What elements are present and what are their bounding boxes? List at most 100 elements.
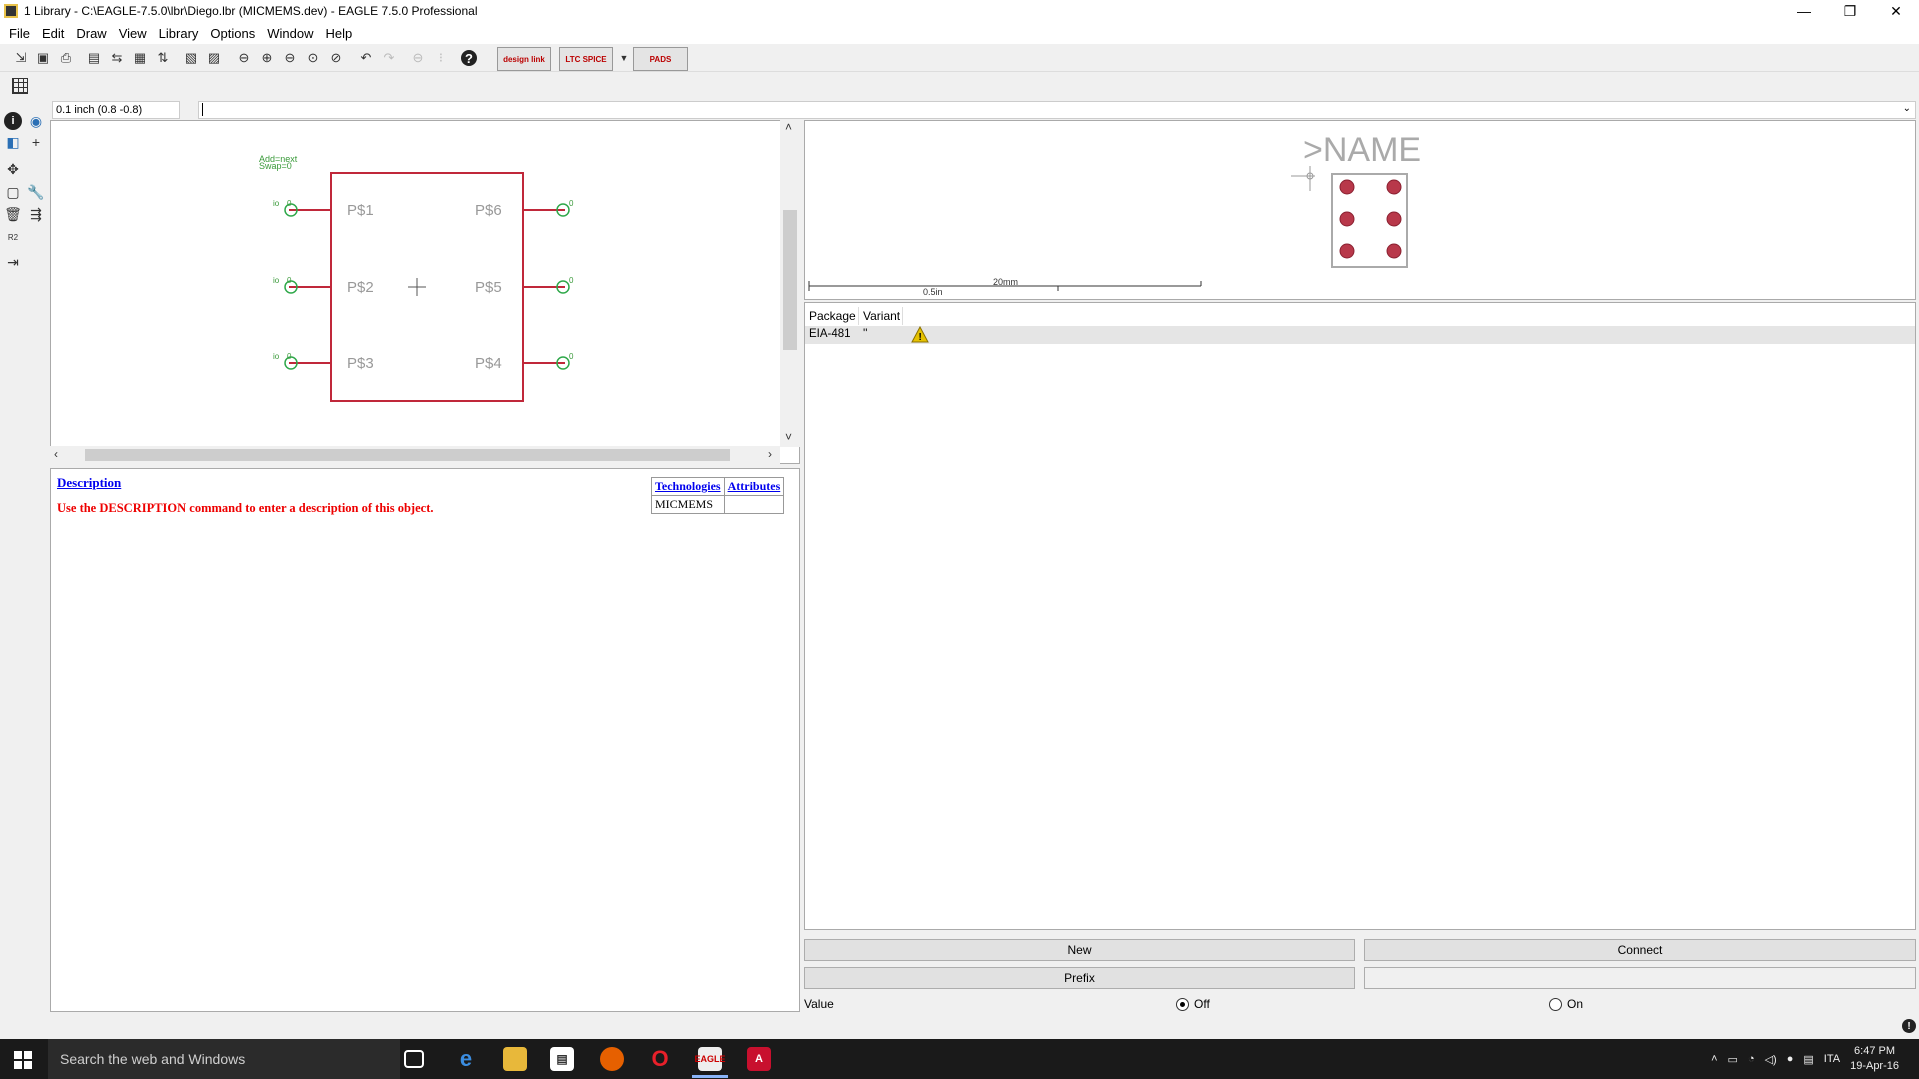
prefix-button[interactable]: Prefix xyxy=(804,967,1355,989)
mark-icon[interactable]: + xyxy=(27,133,45,151)
zoom-out-icon[interactable]: ⊖ xyxy=(282,50,298,66)
symbol-vertical-scrollbar[interactable]: ˄ ˅ xyxy=(780,120,800,447)
open-icon[interactable]: ⇲ xyxy=(13,50,29,66)
move-icon[interactable]: ✥ xyxy=(4,160,22,178)
delete-icon[interactable]: 🗑 xyxy=(4,205,22,223)
eagle-taskbar-icon[interactable]: EAGLE xyxy=(695,1047,726,1071)
scroll-down-icon[interactable]: ˅ xyxy=(785,430,792,444)
redraw-icon[interactable]: ⊘ xyxy=(328,50,344,66)
scroll-up-icon[interactable]: ˄ xyxy=(785,120,792,134)
minimize-button[interactable]: — xyxy=(1781,0,1827,22)
pin-left-3: io 0 P$3 xyxy=(273,352,374,372)
pin-name-p3: P$3 xyxy=(347,355,374,372)
menu-library[interactable]: Library xyxy=(156,26,208,41)
value-off-radio[interactable]: Off xyxy=(1176,997,1210,1011)
ltc-spice-button[interactable]: LTC SPICE xyxy=(559,47,613,71)
package-preview[interactable]: >NAME 20mm 0.5in xyxy=(804,120,1916,300)
chevron-down-icon[interactable]: ⌄ xyxy=(1903,103,1911,114)
edge-icon[interactable]: e xyxy=(454,1046,478,1071)
cam-icon[interactable]: ⇅ xyxy=(155,50,171,66)
menu-file[interactable]: File xyxy=(6,26,39,41)
attribute-cell[interactable] xyxy=(723,495,785,514)
script-icon[interactable]: ⇆ xyxy=(109,50,125,66)
language-indicator[interactable]: ITA xyxy=(1824,1053,1840,1065)
status-info-icon[interactable]: ! xyxy=(1902,1019,1916,1033)
svg-text:0: 0 xyxy=(287,199,292,208)
wifi-icon[interactable]: ◔ xyxy=(1748,1053,1755,1065)
technologies-header-link[interactable]: Technologies xyxy=(651,477,725,496)
symbol-view-icon[interactable]: ▧ xyxy=(183,50,199,66)
open-library-icon[interactable]: ▤ xyxy=(86,50,102,66)
close-button[interactable]: ✕ xyxy=(1873,0,1919,22)
command-line-input[interactable]: ⌄ xyxy=(198,101,1916,119)
package-row[interactable]: EIA-481 '' ! xyxy=(805,325,1915,344)
zoom-in-icon[interactable]: ⊕ xyxy=(259,50,275,66)
column-package[interactable]: Package xyxy=(805,307,859,325)
acrobat-icon[interactable]: A xyxy=(747,1047,771,1071)
dropdown-arrow-icon[interactable]: ▼ xyxy=(616,50,632,66)
menu-view[interactable]: View xyxy=(116,26,156,41)
package-canvas: >NAME 20mm 0.5in xyxy=(808,131,1421,297)
design-link-button[interactable]: design link xyxy=(497,47,551,71)
menu-edit[interactable]: Edit xyxy=(39,26,73,41)
menu-options[interactable]: Options xyxy=(207,26,264,41)
stop-icon[interactable]: ⊖ xyxy=(410,50,426,66)
battery-icon[interactable]: ▭ xyxy=(1728,1053,1738,1066)
scroll-thumb[interactable] xyxy=(85,449,730,461)
firefox-icon[interactable] xyxy=(600,1047,624,1071)
connect-icon[interactable]: ⇥ xyxy=(4,253,22,271)
task-view-icon[interactable] xyxy=(404,1050,424,1068)
attributes-header-link[interactable]: Attributes xyxy=(723,477,785,496)
info-icon[interactable]: i xyxy=(4,112,22,130)
package-list[interactable]: Package Variant EIA-481 '' ! xyxy=(804,302,1916,930)
scale-mm-label: 20mm xyxy=(993,277,1018,287)
taskbar-search-box[interactable]: Search the web and Windows xyxy=(48,1039,400,1079)
pin-left-2: io 0 P$2 xyxy=(273,276,374,296)
opera-icon[interactable]: O xyxy=(648,1046,672,1071)
ulp-icon[interactable]: ▦ xyxy=(132,50,148,66)
save-icon[interactable]: ▣ xyxy=(35,50,51,66)
scroll-left-icon[interactable]: ‹ xyxy=(54,447,58,461)
column-variant[interactable]: Variant xyxy=(859,307,903,325)
package-view-icon[interactable]: ▨ xyxy=(206,50,222,66)
connect-button[interactable]: Connect xyxy=(1364,939,1916,961)
add-icon[interactable]: ⇶ xyxy=(27,205,45,223)
change-icon[interactable]: 🔧 xyxy=(27,183,45,201)
file-explorer-icon[interactable] xyxy=(503,1047,527,1071)
zoom-fit-icon[interactable]: ⊖ xyxy=(236,50,252,66)
value-on-radio[interactable]: On xyxy=(1549,997,1583,1011)
undo-icon[interactable]: ↶ xyxy=(358,50,374,66)
svg-text:0: 0 xyxy=(569,276,574,285)
redo-icon[interactable]: ↷ xyxy=(381,50,397,66)
start-button[interactable] xyxy=(14,1051,32,1069)
layer-icon[interactable]: ◧ xyxy=(4,133,22,151)
scroll-right-icon[interactable]: › xyxy=(768,447,772,461)
menu-help[interactable]: Help xyxy=(322,26,361,41)
system-tray: ˄ ▭ ◔ ◁) ● ▤ ITA 6:47 PM 19-Apr-16 xyxy=(1711,1039,1899,1079)
menu-window[interactable]: Window xyxy=(264,26,322,41)
store-icon[interactable]: ▤ xyxy=(550,1047,574,1071)
new-button[interactable]: New xyxy=(804,939,1355,961)
volume-icon[interactable]: ◁) xyxy=(1765,1053,1777,1066)
group-icon[interactable]: ▢ xyxy=(4,183,22,201)
technology-cell[interactable]: MICMEMS xyxy=(651,495,725,514)
zoom-select-icon[interactable]: ⊙ xyxy=(305,50,321,66)
grid-icon[interactable] xyxy=(12,78,28,94)
menu-draw[interactable]: Draw xyxy=(73,26,115,41)
value-icon[interactable]: R2 xyxy=(4,228,22,246)
print-icon[interactable]: ⎙ xyxy=(58,50,74,66)
clock[interactable]: 6:47 PM 19-Apr-16 xyxy=(1850,1044,1899,1074)
description-link[interactable]: Description xyxy=(57,475,121,491)
maximize-button[interactable]: ❐ xyxy=(1827,0,1873,22)
chrome-tray-icon[interactable]: ● xyxy=(1787,1053,1794,1065)
scroll-thumb[interactable] xyxy=(783,210,797,350)
symbol-panel[interactable]: Add=next Swap=0 io 0 P$1 io 0 P$2 io 0 P… xyxy=(50,120,800,464)
go-icon[interactable]: ⁝ xyxy=(433,50,449,66)
chevron-up-icon[interactable]: ˄ xyxy=(1711,1053,1717,1065)
pads-button[interactable]: PADS xyxy=(633,47,688,71)
notifications-icon[interactable]: ▤ xyxy=(1803,1053,1813,1066)
technologies-table: Technologies Attributes MICMEMS xyxy=(651,477,785,514)
help-icon[interactable]: ? xyxy=(461,50,477,66)
symbol-horizontal-scrollbar[interactable]: ‹ › xyxy=(50,446,780,464)
show-icon[interactable]: ◉ xyxy=(27,112,45,130)
